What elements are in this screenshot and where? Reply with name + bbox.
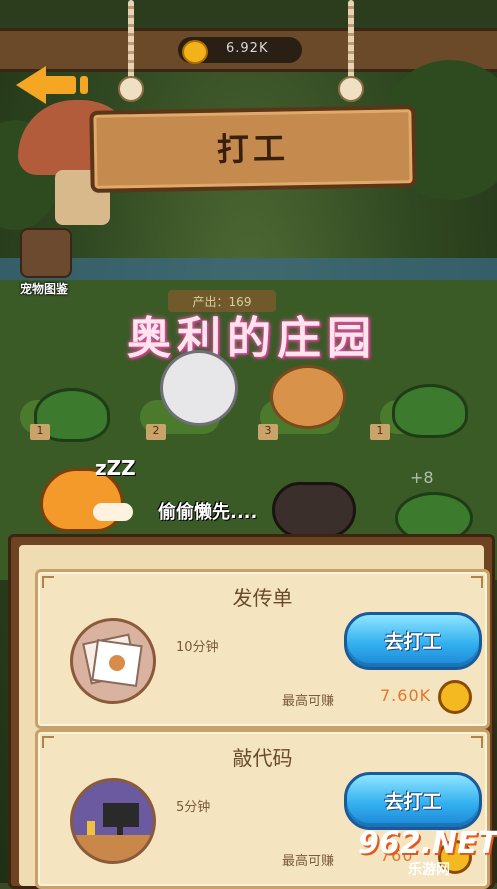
pig-icon[interactable] [272,482,356,538]
title-sign: 打工 [89,105,417,193]
pen-number: 1 [370,424,390,440]
watermark-sub: 乐游网 [408,862,450,878]
watermark-logo: 962.NET 乐游网 [352,826,497,878]
back-arrow-tail [80,76,88,94]
rope-knot [118,76,144,102]
job-duration: 10分钟 [176,640,219,655]
status-text: 偷偷懒先.... [158,502,258,523]
coin-balance: 6.92K [178,37,302,64]
go-work-button[interactable]: 去打工 [344,772,482,830]
go-work-label: 去打工 [384,791,442,813]
watermark-main: 962.NET [358,826,497,861]
job-title: 发传单 [232,586,293,610]
bonus-text: +8 [410,468,434,487]
go-work-button[interactable]: 去打工 [344,612,482,670]
pen-number: 2 [146,424,166,440]
earn-label: 最高可赚 [282,854,335,869]
pen-number: 1 [30,424,50,440]
turtle-icon[interactable] [392,384,468,438]
earn-label: 最高可赚 [282,694,335,709]
earn-value: 7.60K [380,686,432,705]
rabbit-icon[interactable] [270,365,346,429]
job-duration: 5分钟 [176,800,211,815]
flyer-icon [70,618,156,704]
rope-knot [338,76,364,102]
back-arrow-shaft [42,76,76,94]
coin-icon [182,40,208,64]
computer-icon [70,778,156,864]
pet-guide-button[interactable]: 宠物图鉴 [12,228,76,296]
fox-tail [93,503,133,521]
pet-guide-icon [20,228,72,278]
coin-amount: 6.92K [226,41,269,56]
pen-number: 3 [258,424,278,440]
job-card: 发传单 10分钟 去打工 最高可赚 7.60K [35,569,490,729]
go-work-label: 去打工 [384,631,442,653]
coin-icon [438,680,472,714]
back-button[interactable] [16,62,88,108]
job-title: 敲代码 [232,746,293,770]
sleep-indicator: zZZ [95,456,136,480]
pet-guide-label: 宠物图鉴 [19,282,68,296]
page-title: 打工 [216,129,290,169]
chicken-icon[interactable] [160,350,238,426]
manor-title: 奥利的庄园 [127,313,377,364]
